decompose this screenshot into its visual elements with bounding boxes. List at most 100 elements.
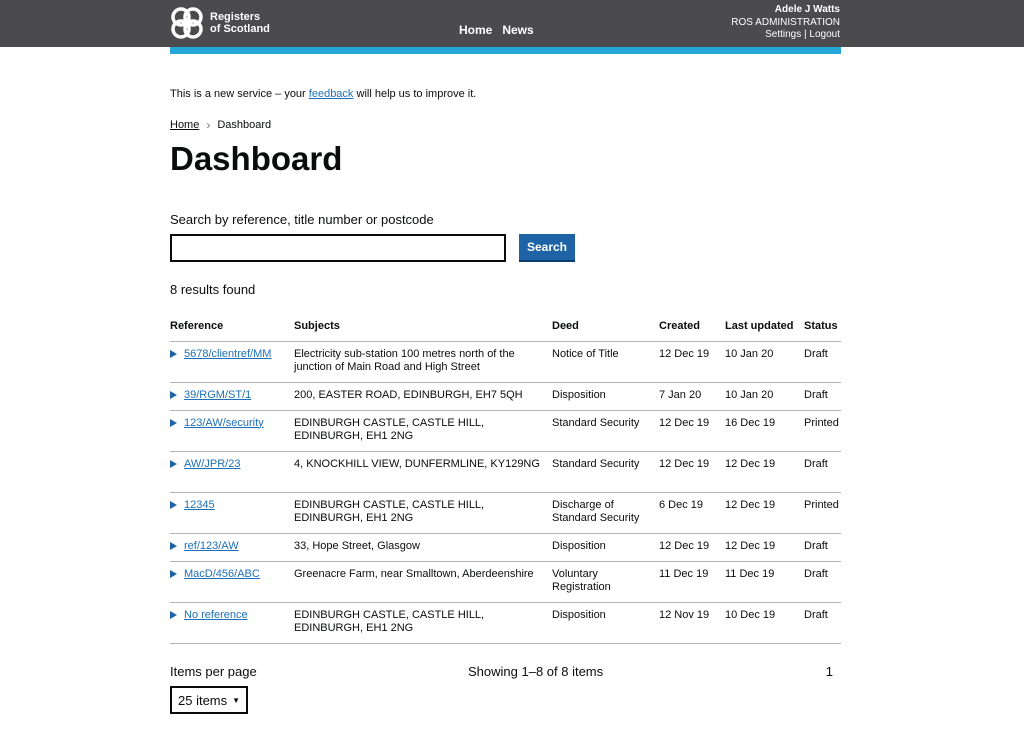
nav-home-link[interactable]: Home bbox=[459, 23, 492, 37]
created-cell: 12 Dec 19 bbox=[659, 341, 725, 383]
deed-cell: Disposition bbox=[552, 382, 659, 411]
items-per-page-label: Items per page bbox=[170, 664, 257, 679]
items-per-page-value: 25 items bbox=[178, 692, 228, 708]
page-title: Dashboard bbox=[170, 140, 343, 177]
results-table: Reference Subjects Deed Created Last upd… bbox=[170, 314, 841, 644]
search-input[interactable] bbox=[170, 234, 506, 262]
status-cell: Draft bbox=[804, 533, 841, 562]
subjects-cell: 33, Hope Street, Glasgow bbox=[294, 533, 552, 562]
user-organisation: ROS ADMINISTRATION bbox=[731, 16, 840, 28]
table-row: MacD/456/ABC Greenacre Farm, near Smallt… bbox=[170, 561, 841, 603]
table-row: 123/AW/security EDINBURGH CASTLE, CASTLE… bbox=[170, 410, 841, 452]
expand-triangle-icon[interactable] bbox=[170, 569, 177, 578]
breadcrumb: Home › Dashboard bbox=[170, 118, 271, 132]
created-cell: 6 Dec 19 bbox=[659, 492, 725, 534]
reference-link[interactable]: 12345 bbox=[184, 499, 215, 512]
deed-cell: Disposition bbox=[552, 533, 659, 562]
logo-line-2: of Scotland bbox=[210, 23, 270, 35]
account-links: Settings | Logout bbox=[731, 29, 840, 42]
table-row: 39/RGM/ST/1 200, EASTER ROAD, EDINBURGH,… bbox=[170, 382, 841, 411]
expand-triangle-icon[interactable] bbox=[170, 459, 177, 468]
reference-link[interactable]: AW/JPR/23 bbox=[184, 458, 240, 471]
subjects-cell: EDINBURGH CASTLE, CASTLE HILL, EDINBURGH… bbox=[294, 492, 552, 534]
chevron-right-icon: › bbox=[206, 118, 211, 132]
items-per-page-select[interactable]: 25 items ▼ bbox=[170, 686, 248, 714]
feedback-link[interactable]: feedback bbox=[309, 88, 354, 100]
column-header-deed: Deed bbox=[552, 314, 659, 342]
updated-cell: 10 Jan 20 bbox=[725, 382, 804, 411]
status-cell: Draft bbox=[804, 602, 841, 644]
expand-triangle-icon[interactable] bbox=[170, 610, 177, 619]
created-cell: 12 Dec 19 bbox=[659, 451, 725, 493]
logo-mark-icon bbox=[171, 7, 203, 39]
nav-news-link[interactable]: News bbox=[502, 23, 533, 37]
status-cell: Printed bbox=[804, 492, 841, 534]
beta-prefix: This is a new service – your bbox=[170, 88, 306, 100]
expand-triangle-icon[interactable] bbox=[170, 541, 177, 550]
header-accent-bar bbox=[170, 47, 841, 54]
subjects-cell: EDINBURGH CASTLE, CASTLE HILL, EDINBURGH… bbox=[294, 602, 552, 644]
table-row: 12345 EDINBURGH CASTLE, CASTLE HILL, EDI… bbox=[170, 492, 841, 534]
page-number-link[interactable]: 1 bbox=[826, 664, 833, 679]
reference-link[interactable]: 5678/clientref/MM bbox=[184, 348, 271, 361]
main-nav: Home News bbox=[459, 23, 544, 37]
table-row: ref/123/AW 33, Hope Street, Glasgow Disp… bbox=[170, 533, 841, 562]
status-cell: Draft bbox=[804, 341, 841, 383]
breadcrumb-current: Dashboard bbox=[217, 119, 272, 131]
subjects-cell: Greenacre Farm, near Smalltown, Aberdeen… bbox=[294, 561, 552, 603]
updated-cell: 16 Dec 19 bbox=[725, 410, 804, 452]
subjects-cell: 200, EASTER ROAD, EDINBURGH, EH7 5QH bbox=[294, 382, 552, 411]
table-row: No reference EDINBURGH CASTLE, CASTLE HI… bbox=[170, 602, 841, 644]
reference-link[interactable]: No reference bbox=[184, 609, 248, 622]
status-cell: Draft bbox=[804, 561, 841, 603]
column-header-last-updated: Last updated bbox=[725, 314, 804, 342]
deed-cell: Discharge of Standard Security bbox=[552, 492, 659, 534]
updated-cell: 12 Dec 19 bbox=[725, 492, 804, 534]
user-name: Adele J Watts bbox=[774, 4, 840, 15]
expand-triangle-icon[interactable] bbox=[170, 500, 177, 509]
deed-cell: Notice of Title bbox=[552, 341, 659, 383]
column-header-subjects: Subjects bbox=[294, 314, 552, 342]
status-cell: Draft bbox=[804, 382, 841, 411]
updated-cell: 12 Dec 19 bbox=[725, 451, 804, 493]
table-header-row: Reference Subjects Deed Created Last upd… bbox=[170, 314, 841, 342]
deed-cell: Standard Security bbox=[552, 410, 659, 452]
deed-cell: Disposition bbox=[552, 602, 659, 644]
status-cell: Draft bbox=[804, 451, 841, 493]
updated-cell: 11 Dec 19 bbox=[725, 561, 804, 603]
search-button[interactable]: Search bbox=[519, 234, 575, 262]
deed-cell: Standard Security bbox=[552, 451, 659, 493]
site-header: Registers of Scotland Home News Adele J … bbox=[0, 0, 1024, 47]
showing-items-text: Showing 1–8 of 8 items bbox=[468, 664, 604, 679]
subjects-cell: 4, KNOCKHILL VIEW, DUNFERMLINE, KY129NG bbox=[294, 451, 552, 493]
results-count: 8 results found bbox=[170, 282, 256, 297]
subjects-cell: EDINBURGH CASTLE, CASTLE HILL, EDINBURGH… bbox=[294, 410, 552, 452]
breadcrumb-home-link[interactable]: Home bbox=[170, 119, 199, 131]
logo-text: Registers of Scotland bbox=[210, 11, 270, 35]
column-header-status: Status bbox=[804, 314, 841, 342]
account-links-separator: | bbox=[804, 29, 807, 40]
column-header-reference: Reference bbox=[170, 314, 294, 342]
expand-triangle-icon[interactable] bbox=[170, 390, 177, 399]
expand-triangle-icon[interactable] bbox=[170, 349, 177, 358]
search-label: Search by reference, title number or pos… bbox=[170, 212, 434, 227]
created-cell: 11 Dec 19 bbox=[659, 561, 725, 603]
expand-triangle-icon[interactable] bbox=[170, 418, 177, 427]
reference-link[interactable]: 39/RGM/ST/1 bbox=[184, 389, 251, 402]
reference-link[interactable]: MacD/456/ABC bbox=[184, 568, 260, 581]
created-cell: 12 Nov 19 bbox=[659, 602, 725, 644]
deed-cell: Voluntary Registration bbox=[552, 561, 659, 603]
updated-cell: 12 Dec 19 bbox=[725, 533, 804, 562]
beta-suffix: will help us to improve it. bbox=[356, 88, 477, 100]
created-cell: 12 Dec 19 bbox=[659, 533, 725, 562]
registers-of-scotland-logo[interactable]: Registers of Scotland bbox=[170, 5, 280, 41]
settings-link[interactable]: Settings bbox=[765, 29, 801, 40]
status-cell: Printed bbox=[804, 410, 841, 452]
logout-link[interactable]: Logout bbox=[809, 29, 840, 40]
reference-link[interactable]: ref/123/AW bbox=[184, 540, 239, 553]
column-header-created: Created bbox=[659, 314, 725, 342]
reference-link[interactable]: 123/AW/security bbox=[184, 417, 264, 430]
table-row: 5678/clientref/MM Electricity sub-statio… bbox=[170, 341, 841, 383]
updated-cell: 10 Jan 20 bbox=[725, 341, 804, 383]
beta-banner: This is a new service – your feedback wi… bbox=[170, 88, 476, 100]
